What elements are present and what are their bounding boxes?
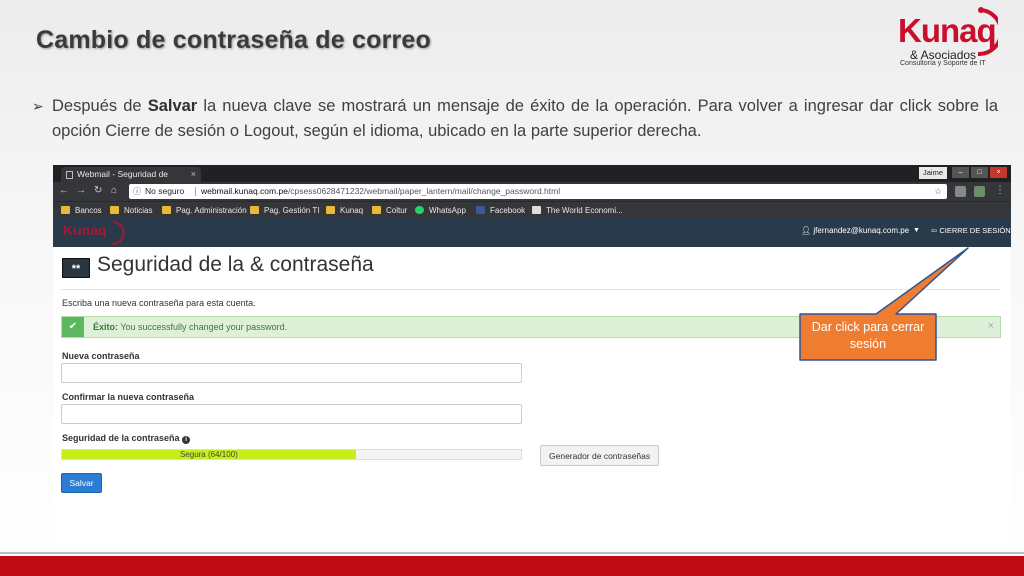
info-icon[interactable]: i bbox=[182, 436, 191, 444]
new-password-label: Nueva contraseña bbox=[62, 351, 140, 361]
strength-label: Seguridad de la contraseña i bbox=[62, 433, 191, 444]
bullet-prefix: Después de bbox=[52, 97, 148, 115]
bullet-bold: Salvar bbox=[147, 97, 198, 115]
password-icon: ** bbox=[62, 258, 90, 278]
alert-text: Éxito: You successfully changed your pas… bbox=[93, 322, 287, 332]
new-password-input[interactable] bbox=[61, 363, 522, 383]
confirm-password-input[interactable] bbox=[61, 404, 522, 424]
arrow-bullet-icon: ➢ bbox=[32, 98, 44, 114]
save-button[interactable]: Salvar bbox=[61, 473, 102, 493]
password-generator-button[interactable]: Generador de contraseñas bbox=[540, 445, 660, 466]
footer-band bbox=[0, 556, 1024, 576]
kunaq-logo: Kunaq & Asociados Consultoría y Soporte … bbox=[880, 6, 1010, 68]
alert-label: Éxito: bbox=[93, 322, 119, 332]
page-title: Seguridad de la & contraseña bbox=[97, 253, 374, 276]
strength-label-text: Seguridad de la contraseña bbox=[62, 433, 180, 443]
strength-text: Segura (64/100) bbox=[179, 450, 238, 459]
password-strength-bar: Segura (64/100) bbox=[61, 449, 522, 460]
alert-message: You successfully changed your password. bbox=[118, 322, 288, 332]
close-icon[interactable]: × bbox=[988, 320, 994, 332]
confirm-password-label: Confirmar la nueva contraseña bbox=[62, 392, 195, 402]
callout-text: Dar click para cerrar sesión bbox=[811, 320, 925, 351]
bullet-text: Después de Salvar la nueva clave se most… bbox=[32, 94, 998, 144]
check-circle-icon: ✔ bbox=[62, 317, 84, 337]
instructions-text: Escriba una nueva contraseña para esta c… bbox=[62, 298, 256, 308]
logo-tagline: Consultoría y Soporte de IT bbox=[900, 60, 986, 67]
footer-rule bbox=[0, 552, 1024, 554]
slide-title: Cambio de contraseña de correo bbox=[36, 26, 432, 54]
instruction-bullet: ➢ Después de Salvar la nueva clave se mo… bbox=[32, 94, 998, 144]
